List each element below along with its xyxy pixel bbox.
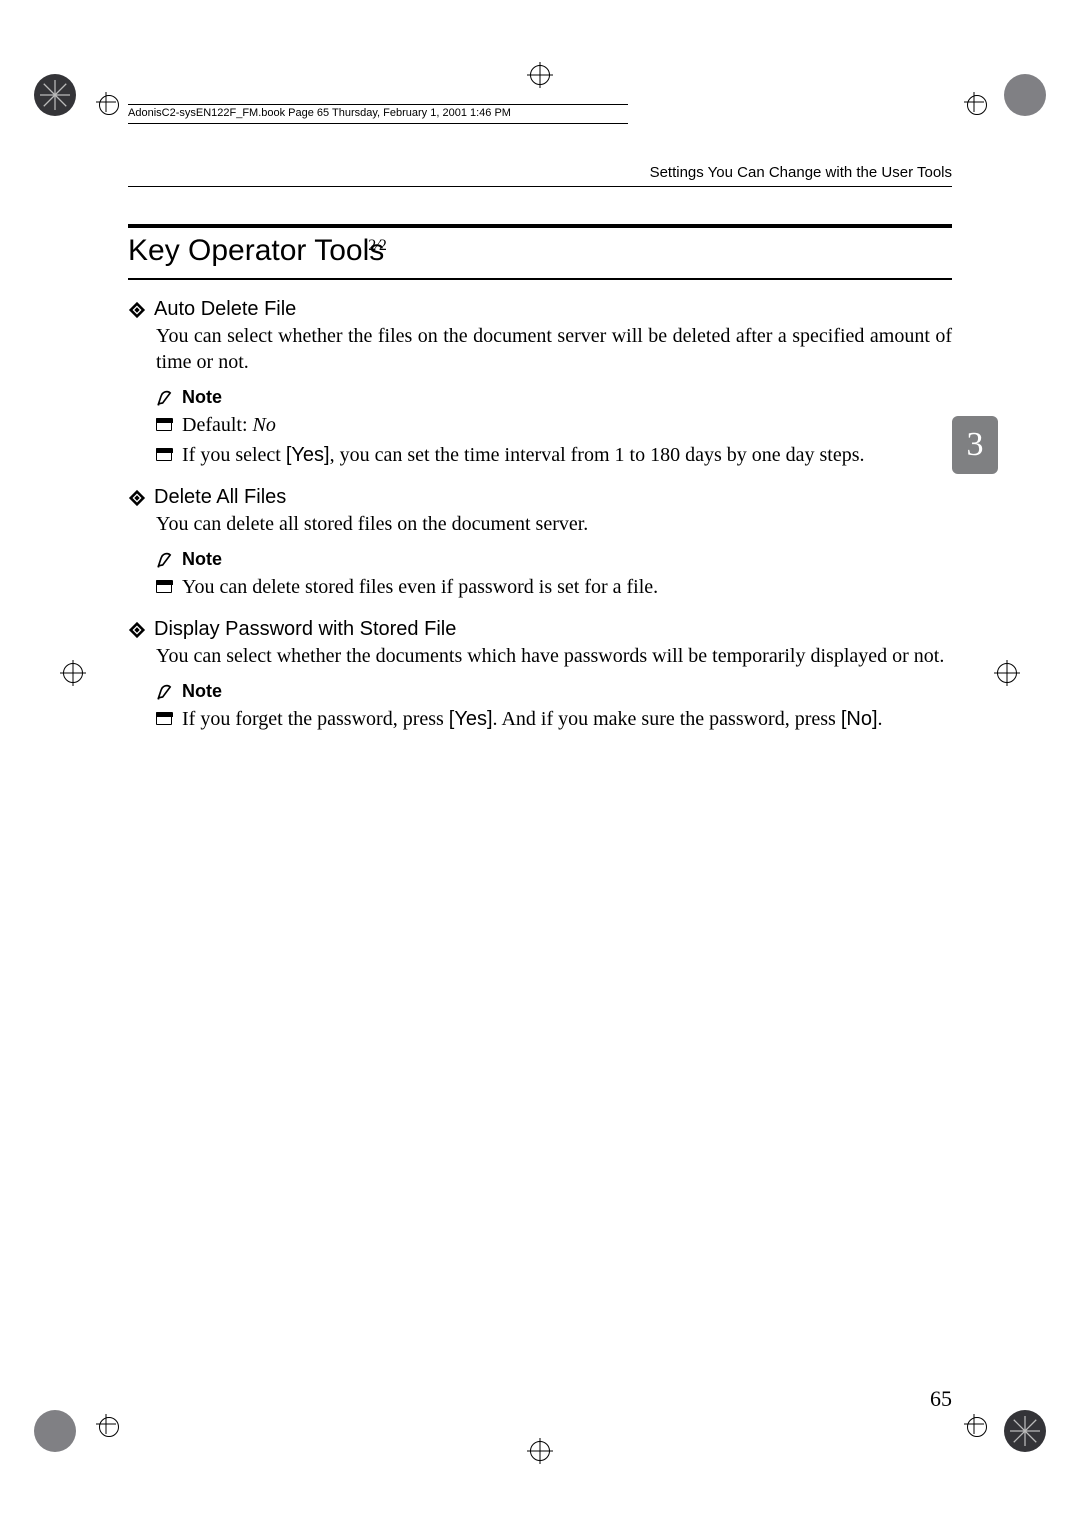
item-auto-delete-file: Auto Delete File You can select whether … [128, 298, 952, 468]
target-tl [96, 92, 116, 112]
note-label: Note [182, 549, 222, 570]
content-area: Key Operator Tools2⁄2 Auto Delete File Y… [128, 224, 952, 732]
bullet-text-yes: [Yes] [449, 708, 493, 730]
item-display-password: Display Password with Stored File You ca… [128, 618, 952, 732]
target-tr [964, 92, 984, 112]
corner-ornament-bl [34, 1410, 76, 1452]
bullet-text-post: , you can set the time interval from 1 t… [330, 444, 865, 466]
registration-mark-top [527, 62, 553, 88]
bullet-text-pre: Default: [182, 414, 253, 436]
registration-mark-right [994, 660, 1020, 686]
bullet-text-yes: [Yes] [286, 444, 330, 466]
bullet-yes-range: If you select [Yes], you can set the tim… [156, 442, 952, 468]
bullet-icon [156, 580, 172, 593]
header-rule [128, 186, 952, 187]
running-head: Settings You Can Change with the User To… [650, 164, 952, 181]
registration-mark-left [60, 660, 86, 686]
registration-mark-bottom [527, 1438, 553, 1464]
bullet-text: You can delete stored files even if pass… [182, 576, 658, 598]
bullet-icon [156, 448, 172, 461]
note-heading: Note [156, 387, 952, 408]
bullet-text-mid: . And if you make sure the password, pre… [493, 708, 841, 730]
pencil-icon [156, 550, 176, 570]
bullet-delete-stored: You can delete stored files even if pass… [156, 574, 952, 600]
corner-ornament-br [1004, 1410, 1046, 1452]
section-rule-top [128, 224, 952, 228]
book-file-text: AdonisC2-sysEN122F_FM.book Page 65 Thurs… [128, 107, 511, 119]
pencil-icon [156, 682, 176, 702]
section-title-text: Key Operator Tools [128, 234, 384, 267]
diamond-icon [128, 301, 146, 319]
note-label: Note [182, 681, 222, 702]
item-body: You can delete all stored files on the d… [156, 511, 952, 537]
note-label: Note [182, 387, 222, 408]
bullet-text-italic: No [253, 414, 276, 436]
item-body: You can select whether the documents whi… [156, 643, 952, 669]
diamond-icon [128, 621, 146, 639]
book-file-header: AdonisC2-sysEN122F_FM.book Page 65 Thurs… [128, 104, 628, 124]
section-fraction: 2⁄2 [368, 237, 387, 254]
corner-ornament-tr [1004, 74, 1046, 116]
bullet-text-pre: If you select [182, 444, 286, 466]
pencil-icon [156, 388, 176, 408]
page-number: 65 [930, 1386, 952, 1412]
section-title: Key Operator Tools2⁄2 [128, 234, 952, 268]
chapter-tab: 3 [952, 416, 998, 474]
page-frame: AdonisC2-sysEN122F_FM.book Page 65 Thurs… [128, 104, 952, 1422]
bullet-text-no: [No] [841, 708, 878, 730]
item-title: Delete All Files [154, 486, 286, 509]
item-body: You can select whether the files on the … [156, 323, 952, 375]
corner-ornament-tl [34, 74, 76, 116]
item-delete-all-files: Delete All Files You can delete all stor… [128, 486, 952, 600]
note-heading: Note [156, 681, 952, 702]
item-title: Auto Delete File [154, 298, 296, 321]
bullet-default: Default: No [156, 412, 952, 438]
bullet-icon [156, 418, 172, 431]
bullet-text-post: . [878, 708, 883, 730]
bullet-forget-password: If you forget the password, press [Yes].… [156, 706, 952, 732]
bullet-text-pre: If you forget the password, press [182, 708, 449, 730]
bullet-icon [156, 712, 172, 725]
target-br [964, 1414, 984, 1434]
item-title: Display Password with Stored File [154, 618, 456, 641]
diamond-icon [128, 489, 146, 507]
target-bl [96, 1414, 116, 1434]
note-heading: Note [156, 549, 952, 570]
section-rule-bottom [128, 278, 952, 280]
